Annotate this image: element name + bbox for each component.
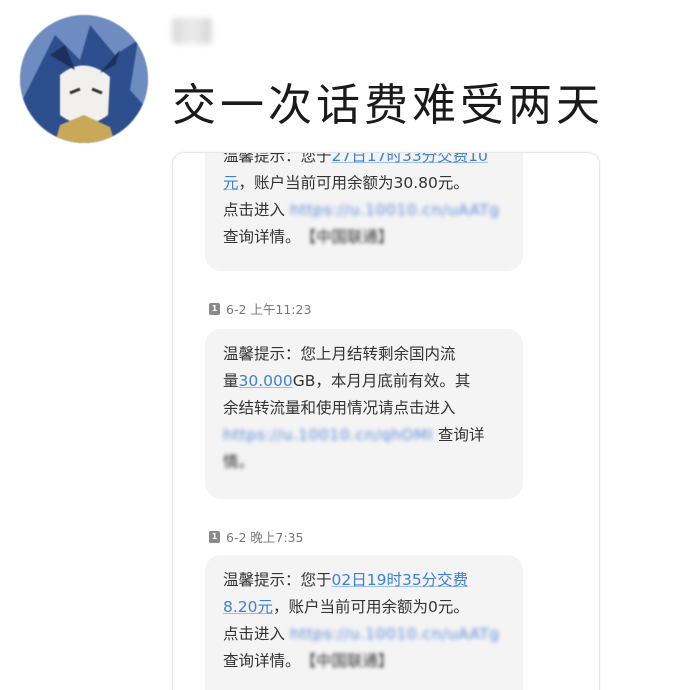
sms-message-3: 温馨提示：您于02日19时35分交费 8.20元，账户当前可用余额为0元。 点击… xyxy=(205,555,523,690)
post: 交一次话费难受两天 温馨提示：您于27日17时33分交费10 元，账户当前可用余… xyxy=(0,0,690,690)
sms-line: 情。 xyxy=(223,453,255,471)
avatar-image xyxy=(20,15,148,143)
sms-line: 查询详情。【中国联通】 xyxy=(223,228,394,246)
sms-link[interactable]: https://u.10010.cn/uAATg xyxy=(290,197,500,224)
sms-line: 温馨提示：您上月结转剩余国内流 xyxy=(223,345,456,363)
sms-line: 点击进入 https://u.10010.cn/uAATg xyxy=(223,621,509,648)
sms-line: 元，账户当前可用余额为30.80元。 xyxy=(223,174,469,192)
sms-link[interactable]: https://u.10010.cn/qhOMI xyxy=(223,422,433,449)
sim-card-icon: 1 xyxy=(209,302,220,315)
sms-message-1: 温馨提示：您于27日17时33分交费10 元，账户当前可用余额为30.80元。 … xyxy=(205,152,523,271)
username[interactable] xyxy=(172,18,212,44)
sms-line: 温馨提示：您于27日17时33分交费10 xyxy=(223,152,488,165)
sms-line: https://u.10010.cn/qhOMI 查询详 xyxy=(223,422,509,449)
sms-line: 点击进入 https://u.10010.cn/uAATg xyxy=(223,197,509,224)
sim-card-icon: 1 xyxy=(209,530,220,543)
sms-screenshot[interactable]: 温馨提示：您于27日17时33分交费10 元，账户当前可用余额为30.80元。 … xyxy=(172,152,600,690)
sms-message-2: 温馨提示：您上月结转剩余国内流 量30.000GB，本月月底前有效。其 余结转流… xyxy=(205,329,523,499)
sms-link[interactable]: https://u.10010.cn/uAATg xyxy=(290,621,500,648)
sms-line: 查询详情。【中国联通】 xyxy=(223,652,394,670)
post-text: 交一次话费难受两天 xyxy=(172,80,604,131)
message-timestamp: 1 6-2 上午11:23 xyxy=(209,299,311,318)
sms-line: 余结转流量和使用情况请点击进入 xyxy=(223,399,456,417)
message-timestamp: 1 6-2 晚上7:35 xyxy=(209,527,303,546)
sms-line: 量30.000GB，本月月底前有效。其 xyxy=(223,372,471,390)
sms-line: 温馨提示：您于02日19时35分交费 xyxy=(223,571,469,589)
avatar[interactable] xyxy=(20,15,148,143)
sms-line: 8.20元，账户当前可用余额为0元。 xyxy=(223,598,469,616)
